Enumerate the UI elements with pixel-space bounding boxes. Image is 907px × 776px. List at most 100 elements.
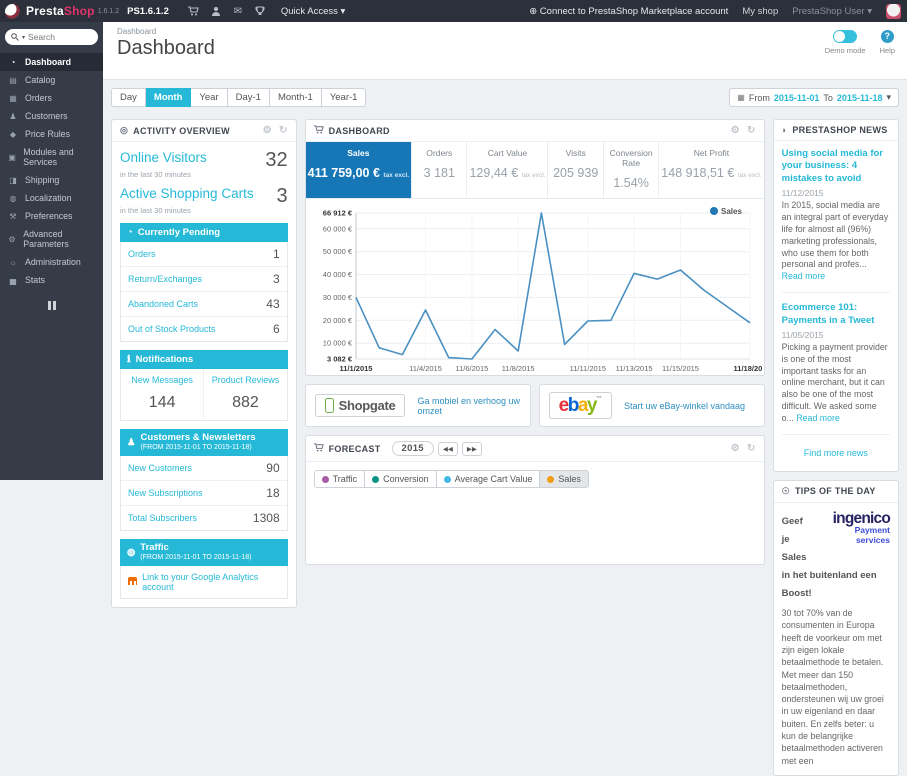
- demo-mode-control: Demo mode: [825, 30, 866, 55]
- svg-text:11/18/201: 11/18/201: [733, 364, 761, 373]
- kpi-sales[interactable]: Sales 411 759,00 € tax excl.: [305, 142, 413, 198]
- sidebar-item-customers[interactable]: ♟ Customers: [0, 107, 103, 125]
- trophy-icon[interactable]: [249, 6, 271, 17]
- lightbulb-icon: ☉: [781, 485, 790, 496]
- mail-icon[interactable]: ✉: [227, 6, 249, 17]
- out-of-stock-row[interactable]: Out of Stock Products 6: [121, 317, 287, 341]
- range-year-1-button[interactable]: Year-1: [321, 88, 367, 107]
- panel-refresh-icon[interactable]: ↻: [279, 125, 288, 136]
- connect-marketplace-link[interactable]: ⊕ Connect to PrestaShop Marketplace acco…: [529, 6, 728, 17]
- breadcrumb: Dashboard: [117, 27, 157, 36]
- user-avatar[interactable]: [886, 3, 901, 19]
- panel-settings-icon[interactable]: ⚙: [731, 125, 740, 136]
- page-title: Dashboard: [117, 37, 215, 59]
- user-icon[interactable]: [205, 6, 227, 17]
- new-messages-cell[interactable]: New Messages 144: [121, 369, 203, 420]
- forecast-year[interactable]: 2015: [391, 441, 434, 456]
- chevron-down-icon: ▾: [867, 5, 872, 17]
- customers-icon: ♟: [9, 111, 17, 121]
- average-cart-value-dot-icon: [443, 475, 451, 483]
- svg-text:11/6/2015: 11/6/2015: [455, 364, 488, 373]
- active-carts-link[interactable]: Active Shopping Carts: [120, 186, 254, 201]
- kpi-cart-value[interactable]: Cart Value 129,44 € tax excl.: [467, 142, 549, 198]
- kpi-net-profit[interactable]: Net Profit 148 918,51 € tax excl.: [659, 142, 763, 198]
- shopgate-link[interactable]: Ga mobiel en verhoog uw omzet: [417, 396, 520, 416]
- help-control: ? Help: [880, 30, 895, 55]
- svg-text:50 000 €: 50 000 €: [322, 247, 352, 256]
- range-month-button[interactable]: Month: [145, 88, 192, 107]
- range-month-1-button[interactable]: Month-1: [269, 88, 322, 107]
- google-analytics-link[interactable]: Link to your Google Analytics account: [120, 565, 288, 599]
- abandoned-carts-row[interactable]: Abandoned Carts 43: [121, 292, 287, 317]
- panel-refresh-icon[interactable]: ↻: [747, 125, 756, 136]
- forecast-toggle-conversion[interactable]: Conversion: [365, 470, 437, 488]
- new-subscriptions-row[interactable]: New Subscriptions 18: [121, 481, 287, 506]
- truck-icon: ◨: [9, 175, 17, 185]
- forecast-next-button[interactable]: ▶▶: [461, 441, 482, 456]
- svg-text:60 000 €: 60 000 €: [322, 224, 352, 233]
- online-visitors-link[interactable]: Online Visitors: [120, 150, 207, 165]
- tips-panel-title: TIPS OF THE DAY: [795, 486, 876, 497]
- sidebar-item-catalog[interactable]: ▤ Catalog: [0, 71, 103, 89]
- panel-settings-icon[interactable]: ⚙: [263, 125, 272, 136]
- quick-access-menu[interactable]: Quick Access ▾: [281, 6, 345, 17]
- sidebar-item-modules[interactable]: ▣ Modules and Services: [0, 143, 103, 171]
- range-day-button[interactable]: Day: [111, 88, 146, 107]
- range-year-button[interactable]: Year: [191, 88, 228, 107]
- active-carts-value: 3: [276, 185, 288, 207]
- collapse-sidebar-button[interactable]: [46, 301, 58, 310]
- sidebar-item-dashboard[interactable]: ◔ Dashboard: [0, 53, 103, 71]
- product-reviews-cell[interactable]: Product Reviews 882: [203, 369, 286, 420]
- rss-icon: ◗: [781, 125, 788, 135]
- search-scope-caret-icon[interactable]: ▾: [22, 34, 25, 41]
- dashboard-panel: DASHBOARD ⚙ ↻ Sales 411 759,00 € tax excl.…: [304, 119, 765, 376]
- read-more-link[interactable]: Read more: [782, 271, 826, 281]
- forecast-prev-button[interactable]: ◀◀: [437, 441, 458, 456]
- kpi-conversion-rate[interactable]: Conversion Rate 1.54%: [604, 142, 660, 198]
- read-more-link[interactable]: Read more: [796, 413, 840, 423]
- cart-icon[interactable]: [183, 6, 205, 17]
- sidebar-item-administration[interactable]: ☼ Administration: [0, 253, 103, 271]
- range-day-1-button[interactable]: Day-1: [227, 88, 270, 107]
- demo-mode-toggle[interactable]: [833, 30, 858, 43]
- panel-refresh-icon[interactable]: ↻: [747, 443, 756, 454]
- sidebar-item-localization[interactable]: ◍ Localization: [0, 189, 103, 207]
- forecast-toggle-traffic[interactable]: Traffic: [313, 470, 366, 488]
- pending-returns-row[interactable]: Return/Exchanges 3: [121, 267, 287, 292]
- news-article-title[interactable]: Using social media for your business: 4 …: [782, 148, 890, 185]
- dashboard-panel-title: DASHBOARD: [328, 125, 390, 136]
- sidebar-item-shipping[interactable]: ◨ Shipping: [0, 171, 103, 189]
- svg-text:Sales: Sales: [721, 207, 742, 216]
- forecast-panel-title: FORECAST: [328, 443, 381, 454]
- pending-orders-row[interactable]: Orders 1: [121, 242, 287, 267]
- search-icon: [11, 33, 19, 41]
- sidebar-item-orders[interactable]: ▦ Orders: [0, 89, 103, 107]
- kpi-visits[interactable]: Visits 205 939: [548, 142, 604, 198]
- sidebar-search[interactable]: ▾: [5, 29, 98, 45]
- sidebar-item-preferences[interactable]: ⚒ Preferences: [0, 207, 103, 225]
- news-article-title[interactable]: Ecommerce 101: Payments in a Tweet: [782, 302, 890, 327]
- dashboard-icon: ◔: [10, 57, 16, 67]
- shopgate-logo: Shopgate: [314, 394, 406, 417]
- sales-dot-icon: [547, 475, 555, 483]
- forecast-toggle-sales[interactable]: Sales: [540, 470, 589, 488]
- chevron-down-icon: ▾: [340, 5, 346, 17]
- help-icon[interactable]: ?: [880, 30, 894, 43]
- user-menu[interactable]: PrestaShop User ▾: [792, 6, 872, 17]
- forecast-toggle-average-cart-value[interactable]: Average Cart Value: [436, 470, 541, 488]
- my-shop-link[interactable]: My shop: [742, 6, 778, 17]
- find-more-news-link[interactable]: Find more news: [782, 444, 890, 464]
- phone-icon: [324, 397, 334, 413]
- sidebar-item-price-rules[interactable]: ◆ Price Rules: [0, 125, 103, 143]
- panel-settings-icon[interactable]: ⚙: [731, 443, 740, 454]
- svg-text:30 000 €: 30 000 €: [322, 293, 352, 302]
- total-subscribers-row[interactable]: Total Subscribers 1308: [121, 506, 287, 530]
- new-customers-row[interactable]: New Customers 90: [121, 456, 287, 481]
- sidebar-item-stats[interactable]: ▅ Stats: [0, 271, 103, 289]
- news-panel-title: PRESTASHOP NEWS: [792, 125, 888, 135]
- ebay-link[interactable]: Start uw eBay-winkel vandaag: [624, 401, 745, 411]
- date-range-picker[interactable]: ▦ From 2015-11-01 To 2015-11-18 ▾: [729, 88, 899, 107]
- search-input[interactable]: [28, 32, 83, 42]
- sidebar-item-advanced-parameters[interactable]: ⚙ Advanced Parameters: [0, 225, 103, 253]
- kpi-orders[interactable]: Orders 3 181: [412, 142, 468, 198]
